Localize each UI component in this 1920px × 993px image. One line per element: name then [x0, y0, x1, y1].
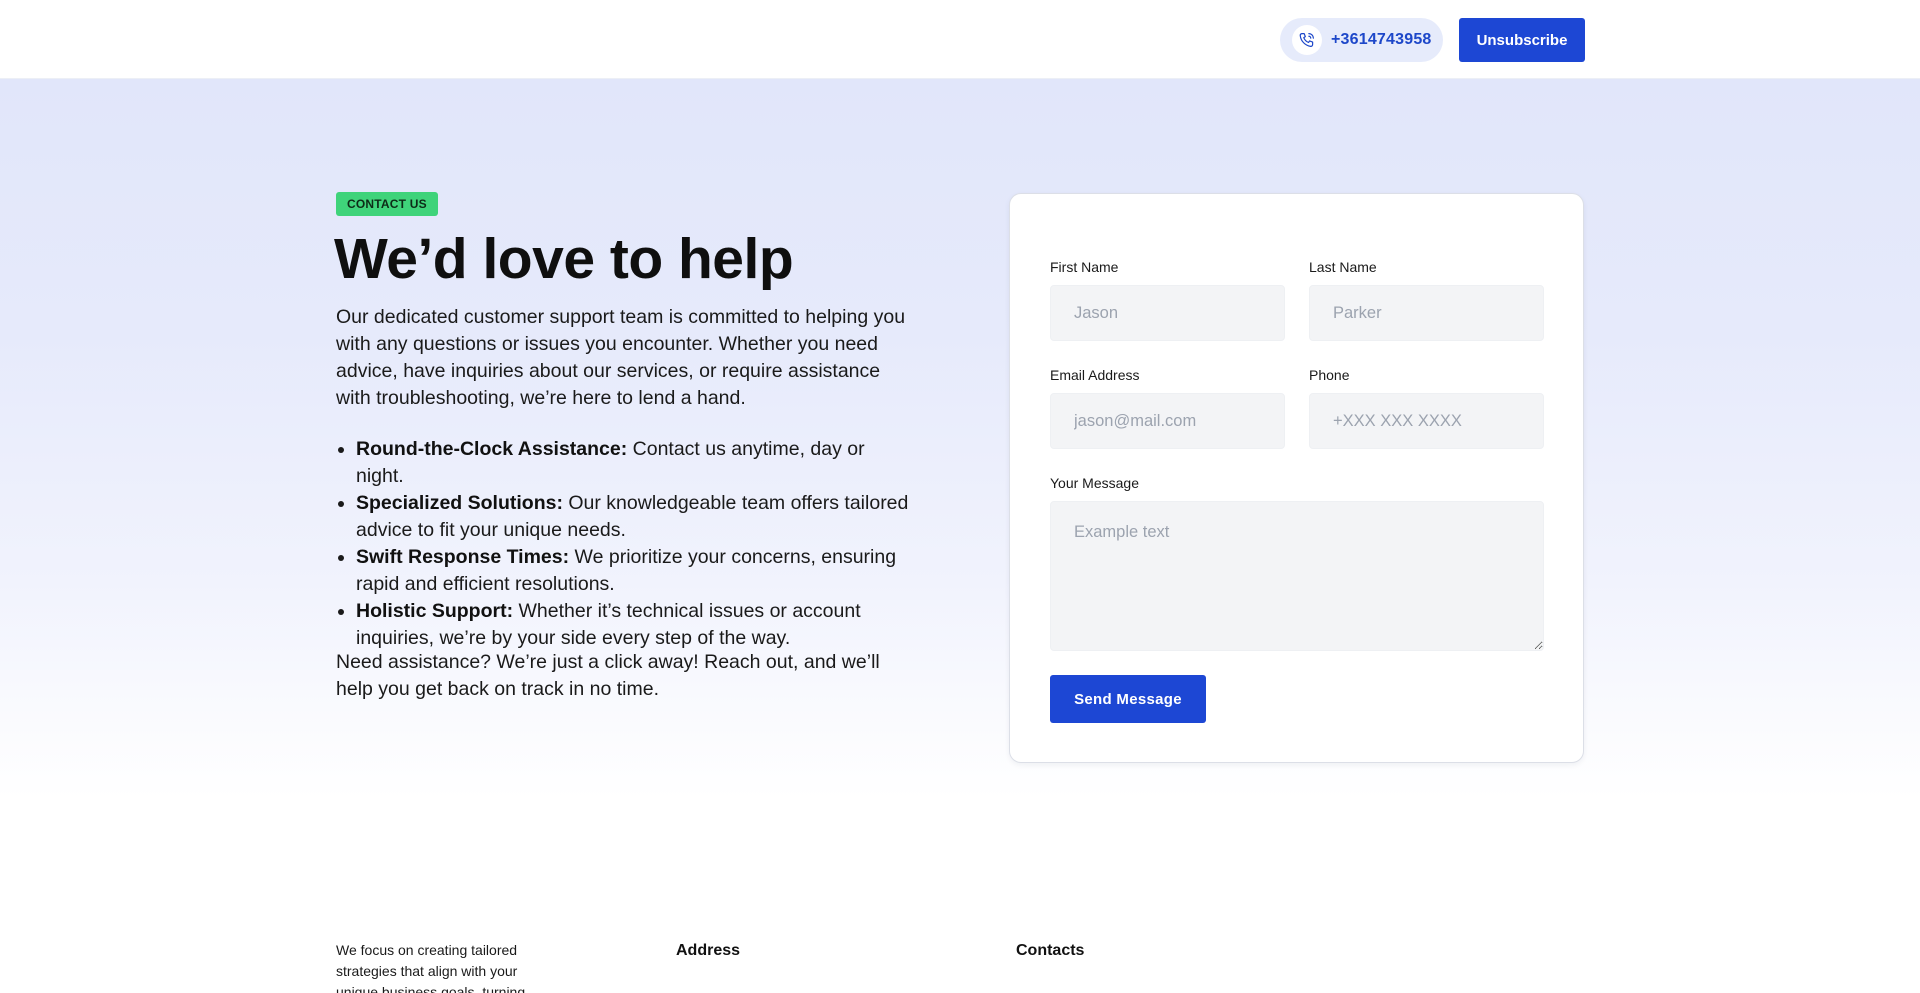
contact-hero-section: [0, 79, 1920, 799]
list-item: Specialized Solutions: Our knowledgeable…: [336, 490, 910, 544]
phone-icon: [1292, 25, 1322, 55]
phone-number[interactable]: +3614743958: [1331, 31, 1432, 49]
message-label: Your Message: [1050, 475, 1139, 491]
hero-outro-text: Need assistance? We’re just a click away…: [336, 651, 880, 700]
site-header: +3614743958 Unsubscribe: [0, 0, 1920, 79]
email-field[interactable]: [1050, 393, 1285, 449]
page-title: We’d love to help: [334, 227, 794, 291]
footer-address-heading: Address: [676, 942, 741, 959]
feature-title: Swift Response Times:: [356, 546, 570, 568]
list-item: Round-the-Clock Assistance: Contact us a…: [336, 436, 910, 490]
first-name-label: First Name: [1050, 259, 1119, 275]
list-item: Swift Response Times: We prioritize your…: [336, 544, 910, 598]
contact-form: First Name Last Name Email Address Phone…: [1009, 193, 1584, 763]
send-message-button[interactable]: Send Message: [1050, 675, 1206, 723]
message-textarea[interactable]: [1050, 501, 1544, 651]
feature-title: Round-the-Clock Assistance:: [356, 438, 628, 460]
last-name-label: Last Name: [1309, 259, 1377, 275]
phone-contact-link[interactable]: +3614743958: [1280, 18, 1443, 62]
feature-title: Specialized Solutions:: [356, 492, 563, 514]
footer-about-text: We focus on creating tailored strategies…: [336, 942, 526, 993]
hero-intro-text: Our dedicated customer support team is c…: [336, 306, 906, 409]
phone-field[interactable]: [1309, 393, 1544, 449]
phone-label: Phone: [1309, 367, 1350, 383]
feature-title: Holistic Support:: [356, 600, 514, 622]
first-name-field[interactable]: [1050, 285, 1285, 341]
last-name-field[interactable]: [1309, 285, 1544, 341]
contact-us-badge: CONTACT US: [336, 192, 438, 216]
unsubscribe-button[interactable]: Unsubscribe: [1459, 18, 1585, 62]
email-label: Email Address: [1050, 367, 1140, 383]
support-features-list: Round-the-Clock Assistance: Contact us a…: [336, 436, 910, 652]
footer-contacts-heading: Contacts: [1016, 942, 1085, 959]
list-item: Holistic Support: Whether it’s technical…: [336, 598, 910, 652]
